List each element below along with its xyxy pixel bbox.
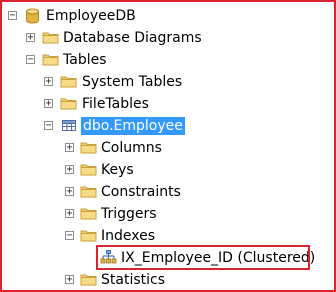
folder-icon: [60, 74, 77, 89]
folder-icon: [80, 140, 97, 155]
index-highlight-box: [96, 245, 310, 270]
tree-node-label: Statistics: [101, 272, 165, 288]
expand-toggle[interactable]: +: [65, 209, 74, 219]
tree-node-triggers[interactable]: + Triggers: [2, 204, 334, 226]
tree-node-keys[interactable]: + Keys: [2, 160, 334, 182]
folder-icon: [80, 228, 97, 243]
expand-toggle[interactable]: +: [44, 77, 53, 87]
tree-node-label: Constraints: [101, 184, 181, 200]
tree-node-database-diagrams[interactable]: + Database Diagrams: [2, 28, 334, 50]
tree-node-label: System Tables: [82, 74, 183, 90]
tree-node-label: Triggers: [101, 206, 157, 222]
expand-toggle[interactable]: +: [44, 99, 53, 109]
collapse-toggle[interactable]: −: [65, 231, 74, 241]
tree-node-tables[interactable]: − Tables: [2, 50, 334, 72]
folder-icon: [60, 96, 77, 111]
tree-node-filetables[interactable]: + FileTables: [2, 94, 334, 116]
object-explorer-tree: − EmployeeDB + Database Diagrams − Table…: [0, 0, 336, 292]
collapse-toggle[interactable]: −: [8, 11, 17, 21]
tree-node-label: Database Diagrams: [63, 30, 202, 46]
folder-icon: [42, 30, 59, 45]
tree-node-label: Tables: [63, 52, 107, 68]
folder-icon: [80, 206, 97, 221]
tree-node-employeedb[interactable]: − EmployeeDB: [2, 6, 334, 28]
tree-node-label: FileTables: [82, 96, 149, 112]
collapse-toggle[interactable]: −: [44, 121, 53, 131]
folder-icon: [80, 162, 97, 177]
expand-toggle[interactable]: +: [65, 187, 74, 197]
collapse-toggle[interactable]: −: [26, 55, 35, 65]
tree-node-label: Indexes: [101, 228, 156, 244]
expand-toggle[interactable]: +: [26, 33, 35, 43]
expand-toggle[interactable]: +: [65, 275, 74, 285]
tree-node-columns[interactable]: + Columns: [2, 138, 334, 160]
table-icon: [61, 118, 77, 133]
tree-node-system-tables[interactable]: + System Tables: [2, 72, 334, 94]
tree-node-label: dbo.Employee: [81, 117, 185, 135]
tree-node-label: Columns: [101, 140, 162, 156]
folder-icon: [80, 272, 97, 287]
folder-icon: [80, 184, 97, 199]
tree-node-dbo-employee[interactable]: − dbo.Employee: [2, 116, 334, 138]
expand-toggle[interactable]: +: [65, 165, 74, 175]
tree-node-constraints[interactable]: + Constraints: [2, 182, 334, 204]
tree-node-label: Keys: [101, 162, 134, 178]
database-icon: [24, 8, 41, 24]
tree-node-statistics[interactable]: + Statistics: [2, 270, 334, 290]
tree-node-label: EmployeeDB: [46, 8, 136, 24]
folder-icon: [42, 52, 59, 67]
expand-toggle[interactable]: +: [65, 143, 74, 153]
